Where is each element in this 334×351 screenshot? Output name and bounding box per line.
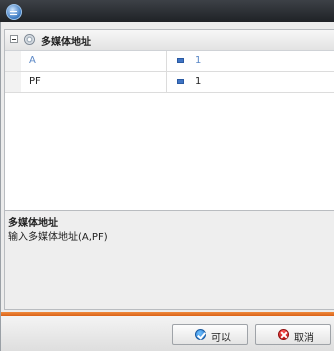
property-grid: 多媒体地址 A 1 PF 1 bbox=[4, 29, 334, 221]
ok-button[interactable]: 可以 bbox=[172, 324, 248, 345]
window-titlebar bbox=[0, 0, 334, 22]
properties-dialog: 多媒体地址 A 1 PF 1 多媒体地址 输入多媒体地址(A,PF) 可以 取消 bbox=[0, 22, 334, 351]
checkmark-icon bbox=[195, 329, 206, 340]
description-text: 输入多媒体地址(A,PF) bbox=[8, 232, 108, 243]
value-marker-icon bbox=[177, 58, 184, 63]
property-name: PF bbox=[29, 76, 41, 87]
property-value[interactable]: 1 bbox=[195, 55, 201, 66]
property-value[interactable]: 1 bbox=[195, 76, 201, 87]
ok-button-label: 可以 bbox=[211, 333, 231, 344]
property-row-pf[interactable]: PF 1 bbox=[5, 72, 334, 93]
cancel-button-label: 取消 bbox=[294, 333, 314, 344]
category-row[interactable]: 多媒体地址 bbox=[5, 30, 334, 51]
property-row-a[interactable]: A 1 bbox=[5, 51, 334, 72]
description-panel: 多媒体地址 输入多媒体地址(A,PF) bbox=[4, 210, 334, 310]
category-label: 多媒体地址 bbox=[41, 37, 91, 48]
app-logo-icon bbox=[6, 4, 22, 20]
settings-circle-icon bbox=[24, 34, 35, 45]
dialog-footer: 可以 取消 bbox=[1, 316, 334, 351]
property-name-cell: A bbox=[5, 51, 167, 71]
description-title: 多媒体地址 bbox=[8, 218, 58, 229]
cancel-button[interactable]: 取消 bbox=[255, 324, 331, 345]
property-name: A bbox=[29, 55, 36, 66]
value-marker-icon bbox=[177, 79, 184, 84]
collapse-toggle-icon[interactable] bbox=[10, 35, 18, 43]
property-name-cell: PF bbox=[5, 72, 167, 92]
close-icon bbox=[278, 329, 289, 340]
